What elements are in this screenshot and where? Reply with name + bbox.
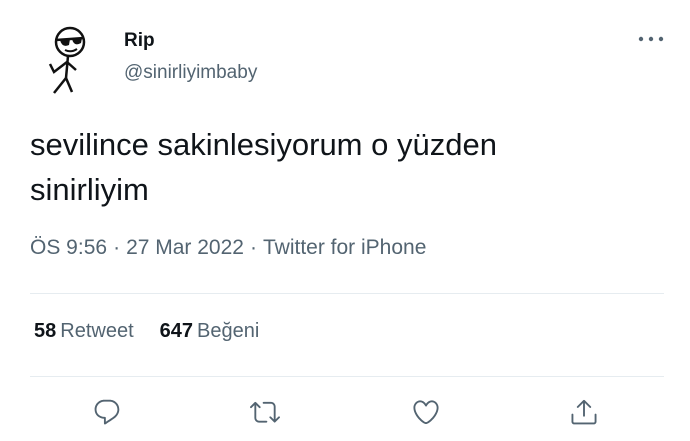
tweet-card: Rip @sinirliyimbaby sevilince sakinlesiy…: [0, 0, 690, 441]
reply-button[interactable]: [89, 394, 125, 430]
like-button[interactable]: [408, 394, 444, 430]
retweet-icon: [250, 401, 280, 423]
tweet-stats: 58 Retweet 647 Beğeni: [34, 320, 285, 343]
action-bar: [0, 394, 690, 434]
likes-stat[interactable]: 647 Beğeni: [160, 320, 260, 343]
retweets-stat[interactable]: 58 Retweet: [34, 320, 134, 343]
share-button[interactable]: [566, 394, 602, 430]
tweet-date[interactable]: 27 Mar 2022: [126, 236, 244, 259]
divider: [30, 293, 664, 294]
retweets-label: Retweet: [60, 320, 134, 342]
retweets-count: 58: [34, 320, 57, 342]
author-handle[interactable]: @sinirliyimbaby: [124, 62, 257, 84]
heart-icon: [413, 400, 439, 425]
more-horizontal-icon[interactable]: [636, 30, 666, 48]
retweet-button[interactable]: [247, 394, 283, 430]
likes-count: 647: [159, 320, 193, 342]
tweet-source[interactable]: Twitter for iPhone: [263, 236, 426, 259]
tweet-text: sevilince sakinlesiyorum o yüzden sinirl…: [30, 127, 497, 207]
likes-label: Beğeni: [197, 320, 260, 342]
meta-separator: ·: [113, 236, 121, 259]
divider: [30, 376, 664, 377]
reply-icon: [94, 399, 120, 425]
tweet-time[interactable]: ÖS 9:56: [30, 236, 107, 259]
avatar[interactable]: [24, 18, 104, 98]
tweet-meta: ÖS 9:56 · 27 Mar 2022 · Twitter for iPhone: [30, 236, 426, 260]
author-name[interactable]: Rip: [124, 30, 155, 52]
share-icon: [571, 399, 597, 425]
meta-separator: ·: [249, 236, 257, 259]
